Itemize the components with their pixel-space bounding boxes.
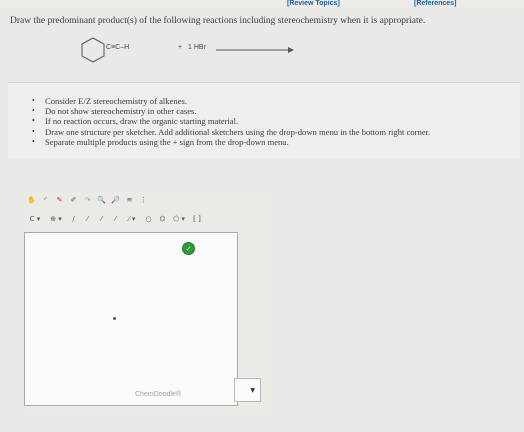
zoom-out-icon[interactable]: 🔎 (110, 195, 121, 206)
reaction-scheme: C≡C–H + 1 HBr (0, 30, 524, 70)
instruction-text: If no reaction occurs, draw the organic … (45, 116, 239, 127)
triple-bond-tool[interactable]: ⁄ (96, 214, 107, 225)
wedge-bond-tool[interactable]: ⁄ (110, 214, 121, 225)
bullet-icon: • (32, 126, 35, 136)
lasso-icon[interactable]: ◜ (40, 195, 51, 206)
add-sketcher-dropdown[interactable]: ▼ (234, 378, 261, 402)
zoom-in-icon[interactable]: 🔍 (96, 195, 107, 206)
instructions-list: • Consider E/Z stereochemistry of alkenes… (32, 96, 430, 147)
atom-dot (113, 317, 116, 320)
bullet-icon: • (32, 136, 35, 146)
chevron-down-icon: ▼ (250, 386, 255, 394)
cyclohexane-ring (81, 37, 105, 63)
ring-tool[interactable]: ○ (143, 214, 154, 225)
bond-select[interactable]: ⁄ ▾ (124, 214, 140, 225)
eraser-icon[interactable]: ✎ (54, 195, 65, 206)
instruction-item: • If no reaction occurs, draw the organic… (32, 116, 430, 126)
single-bond-tool[interactable]: / (68, 214, 79, 225)
instruction-item: • Do not show stereochemistry in other ca… (32, 106, 430, 116)
bullet-icon: • (32, 96, 35, 105)
instruction-text: Consider E/Z stereochemistry of alkenes. (45, 96, 187, 106)
hand-icon[interactable]: ✋ (26, 195, 37, 206)
sketcher-toolbar-bottom: C ▾ ⊕ ▾ / ⁄ ⁄ ⁄ ⁄ ▾ ○ ⌬ ⬠ ▾ [ ] (22, 212, 279, 226)
sketcher-toolbar-top: ✋ ◜ ✎ ✐ ↷ 🔍 🔎 ≋ ⋮ (22, 193, 279, 207)
plus-sign: + (178, 44, 183, 51)
reagent-label: 1 HBr (188, 44, 206, 51)
review-topics-link[interactable]: [Review Topics] (287, 0, 340, 8)
redo-icon[interactable]: ↷ (82, 195, 93, 206)
bullet-icon: • (32, 106, 35, 116)
clean-icon[interactable]: ≋ (124, 195, 135, 206)
bracket-tool[interactable]: [ ] (190, 214, 204, 225)
instruction-item: • Draw one structure per sketcher. Add ad… (32, 127, 430, 137)
benzene-tool[interactable]: ⌬ (157, 214, 168, 225)
arrow-head (288, 47, 294, 53)
reaction-drawing (81, 37, 294, 63)
question-text: Draw the predominant product(s) of the f… (10, 16, 426, 26)
charge-select[interactable]: ⊕ ▾ (47, 214, 65, 225)
instructions-box: • Consider E/Z stereochemistry of alkenes… (8, 82, 520, 159)
element-select[interactable]: C ▾ (26, 214, 44, 225)
double-bond-tool[interactable]: ⁄ (82, 214, 93, 225)
instruction-text: Separate multiple products using the + s… (45, 136, 289, 147)
bullet-icon: • (32, 116, 35, 126)
alkyne-label: C≡C–H (106, 44, 130, 51)
check-icon[interactable]: ✓ (182, 242, 195, 255)
instruction-item: • Separate multiple products using the + … (32, 137, 430, 147)
instruction-item: • Consider E/Z stereochemistry of alkenes… (32, 96, 430, 106)
ring-select[interactable]: ⬠ ▾ (171, 214, 187, 225)
instruction-text: Do not show stereochemistry in other cas… (45, 106, 197, 117)
chemdoodle-watermark: ChemDoodle® (135, 391, 182, 398)
sketcher-canvas[interactable]: ✓ ChemDoodle® (24, 232, 238, 406)
references-link[interactable]: [References] (414, 0, 456, 8)
instruction-text: Draw one structure per sketcher. Add add… (45, 126, 431, 137)
period-icon[interactable]: ⋮ (138, 195, 149, 206)
pencil-icon[interactable]: ✐ (68, 195, 79, 206)
